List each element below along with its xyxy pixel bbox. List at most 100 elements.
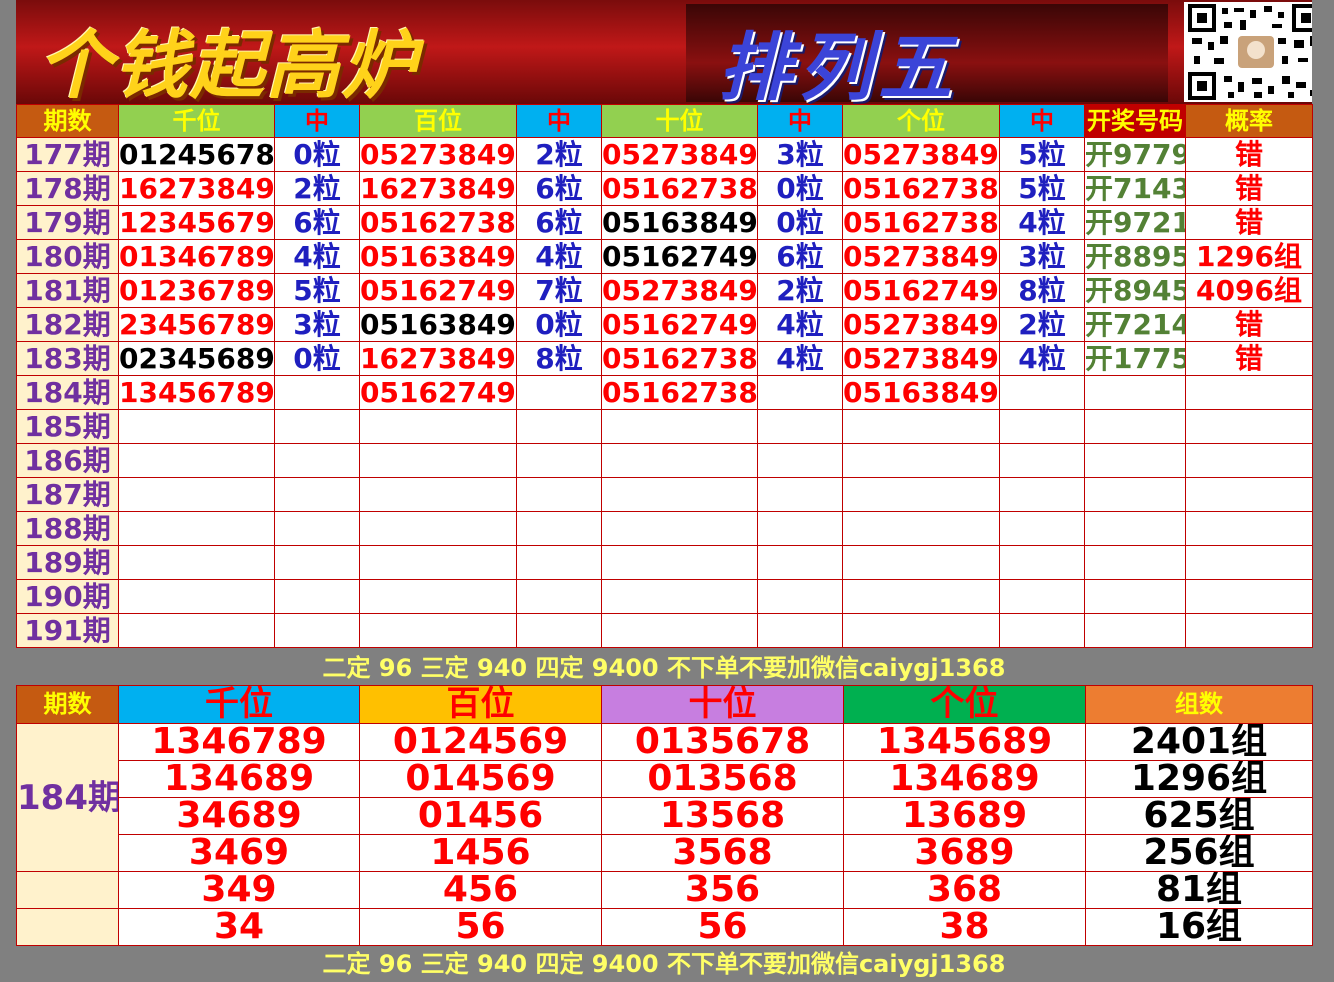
period-cell: 183期 bbox=[16, 341, 119, 376]
hit-count-cell: 4粒 bbox=[999, 341, 1085, 376]
rate-cell: 4096组 bbox=[1185, 273, 1313, 308]
hit-count-cell bbox=[516, 443, 602, 478]
group-row: 3469 1456 3568 3689 256组 bbox=[17, 834, 1313, 872]
hit-count-cell bbox=[516, 545, 602, 580]
hit-count-cell: 0粒 bbox=[274, 137, 360, 172]
group-digits-cell: 134689 bbox=[843, 760, 1086, 798]
digits-cell bbox=[601, 409, 758, 444]
group-digits-cell: 13689 bbox=[843, 797, 1086, 835]
digits-cell bbox=[359, 545, 517, 580]
hit-count-cell: 4粒 bbox=[516, 239, 602, 274]
table-row: 190期 bbox=[16, 579, 1313, 614]
hit-count-cell bbox=[999, 511, 1085, 546]
group-col-header-count: 组数 bbox=[1085, 685, 1313, 724]
hit-count-cell: 8粒 bbox=[999, 273, 1085, 308]
group-col-header-hundreds: 百位 bbox=[359, 685, 602, 724]
draw-result-cell: 开1775 bbox=[1084, 341, 1186, 376]
table-row: 188期 bbox=[16, 511, 1313, 546]
group-digits-cell: 56 bbox=[601, 908, 844, 946]
digits-cell bbox=[842, 409, 1000, 444]
hit-count-cell: 2粒 bbox=[757, 273, 843, 308]
hit-count-cell: 2粒 bbox=[274, 171, 360, 206]
hit-count-cell: 4粒 bbox=[757, 341, 843, 376]
digits-cell bbox=[359, 409, 517, 444]
hit-count-cell bbox=[274, 545, 360, 580]
table-row: 181期 01236789 5粒 05162749 7粒 05273849 2粒 051627… bbox=[16, 273, 1313, 308]
draw-result-cell: 开7143 bbox=[1084, 171, 1186, 206]
digits-cell bbox=[359, 613, 517, 648]
digits-cell bbox=[601, 545, 758, 580]
hit-count-cell: 3粒 bbox=[757, 137, 843, 172]
digits-cell: 05162749 bbox=[359, 273, 517, 308]
hit-count-cell: 6粒 bbox=[516, 205, 602, 240]
hit-count-cell bbox=[757, 409, 843, 444]
digits-cell: 05163849 bbox=[842, 375, 1000, 410]
col-header-period: 期数 bbox=[16, 104, 119, 138]
group-count-cell: 16组 bbox=[1085, 908, 1313, 946]
digits-cell: 05273849 bbox=[359, 137, 517, 172]
period-cell: 181期 bbox=[16, 273, 119, 308]
digits-cell: 16273849 bbox=[118, 171, 275, 206]
hit-count-cell: 3粒 bbox=[274, 307, 360, 342]
group-count-cell: 2401组 bbox=[1085, 723, 1313, 761]
hit-count-cell bbox=[999, 409, 1085, 444]
hit-count-cell bbox=[516, 511, 602, 546]
banner: 个钱起高炉 排列五 bbox=[16, 0, 1312, 104]
digits-cell: 05273849 bbox=[842, 137, 1000, 172]
group-digits-cell: 1345689 bbox=[843, 723, 1086, 761]
group-col-header-period: 期数 bbox=[16, 685, 119, 724]
hit-count-cell bbox=[274, 477, 360, 512]
hit-count-cell: 0粒 bbox=[516, 307, 602, 342]
digits-cell bbox=[359, 579, 517, 614]
rate-cell bbox=[1185, 511, 1313, 546]
group-digits-cell: 34 bbox=[118, 908, 360, 946]
rate-cell: 错 bbox=[1185, 205, 1313, 240]
group-col-header-tens: 十位 bbox=[601, 685, 844, 724]
group-digits-cell: 1346789 bbox=[118, 723, 360, 761]
digits-cell: 05162738 bbox=[601, 341, 758, 376]
rate-cell: 1296组 bbox=[1185, 239, 1313, 274]
digits-cell: 16273849 bbox=[359, 171, 517, 206]
period-cell: 177期 bbox=[16, 137, 119, 172]
draw-result-cell bbox=[1084, 477, 1186, 512]
rate-cell bbox=[1185, 545, 1313, 580]
col-header-hit: 中 bbox=[999, 104, 1085, 138]
hit-count-cell bbox=[999, 545, 1085, 580]
digits-cell: 05273849 bbox=[842, 307, 1000, 342]
digits-cell: 05162738 bbox=[842, 171, 1000, 206]
group-row: 184期 1346789 0124569 0135678 1345689 2401组 bbox=[16, 723, 1313, 872]
col-header-units: 个位 bbox=[842, 104, 1000, 138]
digits-cell bbox=[601, 579, 758, 614]
hit-count-cell: 6粒 bbox=[516, 171, 602, 206]
hit-count-cell bbox=[274, 613, 360, 648]
digits-cell: 05162738 bbox=[842, 205, 1000, 240]
digits-cell bbox=[118, 511, 275, 546]
group-digits-cell: 3689 bbox=[843, 834, 1086, 872]
draw-result-cell bbox=[1084, 511, 1186, 546]
group-digits-cell: 34689 bbox=[118, 797, 360, 835]
digits-cell: 13456789 bbox=[118, 375, 275, 410]
group-count-cell: 81组 bbox=[1085, 871, 1313, 909]
group-digits-cell: 134689 bbox=[118, 760, 360, 798]
digits-cell bbox=[359, 511, 517, 546]
hit-count-cell: 8粒 bbox=[516, 341, 602, 376]
prediction-table: 期数 千位 中 百位 中 十位 中 个位 中 开奖号码 概率 177期 01245… bbox=[16, 104, 1313, 648]
group-count-cell: 625组 bbox=[1085, 797, 1313, 835]
group-row: 34 56 56 38 16组 bbox=[16, 908, 1313, 946]
group-count-cell: 1296组 bbox=[1085, 760, 1313, 798]
digits-cell: 02345689 bbox=[118, 341, 275, 376]
group-digits-cell: 356 bbox=[601, 871, 844, 909]
col-header-hundreds: 百位 bbox=[359, 104, 517, 138]
hit-count-cell bbox=[516, 613, 602, 648]
draw-result-cell: 开9779 bbox=[1084, 137, 1186, 172]
hit-count-cell: 7粒 bbox=[516, 273, 602, 308]
rate-cell bbox=[1185, 375, 1313, 410]
digits-cell: 05163849 bbox=[601, 205, 758, 240]
rate-cell: 错 bbox=[1185, 307, 1313, 342]
hit-count-cell bbox=[516, 579, 602, 614]
hit-count-cell: 2粒 bbox=[999, 307, 1085, 342]
group-digits-cell: 0135678 bbox=[601, 723, 844, 761]
period-cell: 187期 bbox=[16, 477, 119, 512]
digits-cell bbox=[118, 579, 275, 614]
hit-count-cell bbox=[999, 477, 1085, 512]
